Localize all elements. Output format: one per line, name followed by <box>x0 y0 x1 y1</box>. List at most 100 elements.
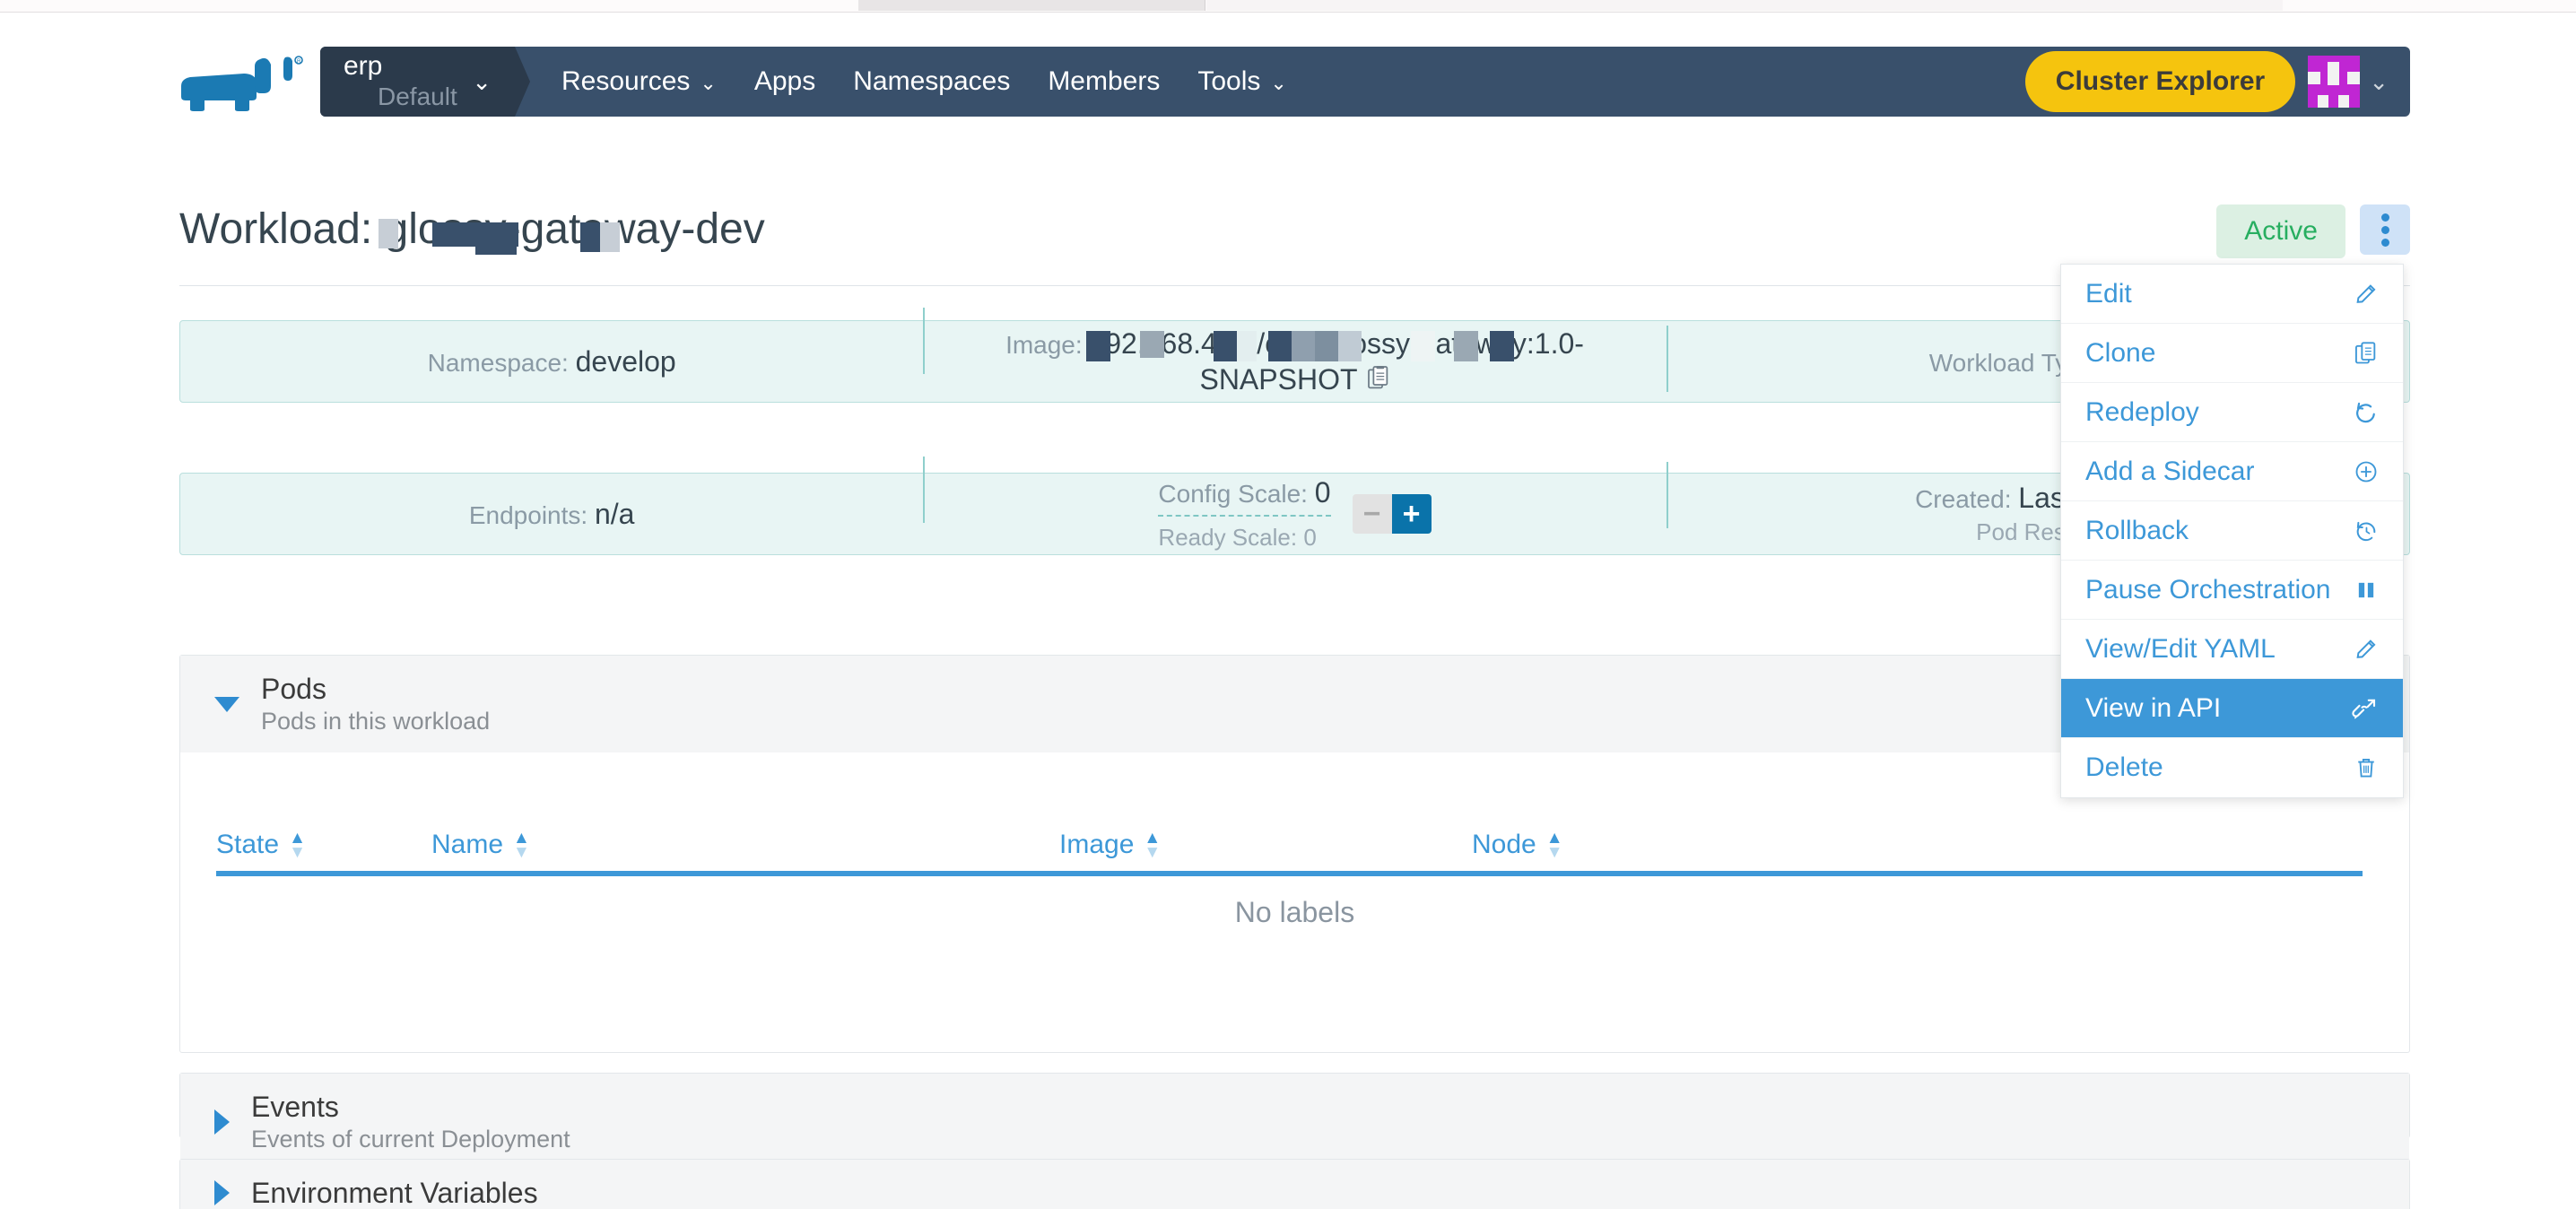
sort-icon: ▲▼ <box>1546 832 1563 858</box>
menu-item-view-edit-yaml[interactable]: View/Edit YAML <box>2061 620 2403 679</box>
environment-variables-panel-title: Environment Variables <box>251 1176 538 1209</box>
column-label: Name <box>431 830 503 860</box>
redaction-block <box>379 219 398 248</box>
endpoints-label: Endpoints: <box>469 501 587 529</box>
chevron-down-icon: ⌄ <box>700 72 716 95</box>
trash-icon <box>2354 755 2379 780</box>
column-header-state[interactable]: State ▲▼ <box>216 830 431 860</box>
redaction-block <box>1086 331 1110 361</box>
refresh-icon <box>2354 400 2379 425</box>
image-label: Image: <box>1005 331 1083 359</box>
menu-item-add-a-sidecar[interactable]: Add a Sidecar <box>2061 442 2403 501</box>
browser-chrome-strip <box>0 0 2576 13</box>
nav-item-namespaces[interactable]: Namespaces <box>834 66 1029 97</box>
namespace-cell: Namespace: develop <box>180 345 923 378</box>
nav-item-label: Tools <box>1197 66 1260 97</box>
namespace-value: develop <box>576 345 676 378</box>
cluster-selector[interactable]: erp Default ⌄ <box>320 47 515 117</box>
rancher-logo[interactable]: R <box>178 56 305 111</box>
redaction-block <box>1140 331 1164 358</box>
top-navigation-bar: erp Default ⌄ Resources ⌄ Apps Namespace… <box>320 47 2410 117</box>
nav-item-label: Members <box>1048 66 1160 97</box>
browser-tab-inactive[interactable] <box>858 0 1205 11</box>
sort-icon: ▲▼ <box>289 832 306 858</box>
menu-item-pause-orchestration[interactable]: Pause Orchestration <box>2061 561 2403 620</box>
sort-icon: ▲▼ <box>1144 832 1161 858</box>
menu-item-label: Pause Orchestration <box>2085 575 2330 605</box>
redaction-block <box>1268 331 1292 361</box>
redaction-block <box>580 222 600 252</box>
column-header-name[interactable]: Name ▲▼ <box>431 830 1059 860</box>
pencil-icon <box>2354 282 2379 307</box>
pods-panel-subtitle: Pods in this workload <box>261 706 490 736</box>
ready-scale-value: 0 <box>1303 524 1316 551</box>
page-header: Workload: glossy-gateway-dev Active <box>179 204 2410 258</box>
config-scale-label: Config Scale: <box>1158 480 1308 508</box>
browser-chrome-divider <box>0 12 2576 13</box>
history-icon <box>2354 518 2379 544</box>
created-label: Created: <box>1915 485 2011 513</box>
redaction-block <box>495 226 511 237</box>
user-menu[interactable]: ⌄ <box>2308 56 2389 108</box>
scale-decrement-button[interactable]: − <box>1353 494 1392 534</box>
nav-item-label: Namespaces <box>853 66 1010 97</box>
events-panel-title: Events <box>251 1090 570 1124</box>
nav-item-tools[interactable]: Tools ⌄ <box>1179 66 1305 97</box>
redaction-block <box>1490 331 1514 361</box>
menu-item-label: Add a Sidecar <box>2085 457 2254 487</box>
menu-item-redeploy[interactable]: Redeploy <box>2061 383 2403 442</box>
chevron-down-icon: ⌄ <box>472 70 492 93</box>
chevron-right-icon <box>214 1109 230 1135</box>
chevron-right-icon <box>214 1180 230 1205</box>
pods-table-header-row: State ▲▼ Name ▲▼ Image ▲▼ Node ▲▼ <box>216 830 2363 876</box>
scale-cell: Config Scale: 0 Ready Scale: 0 − + <box>923 476 1666 552</box>
redaction-block <box>1292 331 1315 361</box>
workload-actions-menu: Edit Clone Redeploy <box>2060 264 2404 798</box>
menu-item-clone[interactable]: Clone <box>2061 324 2403 383</box>
copy-icon <box>2354 341 2379 366</box>
redaction-block <box>1454 331 1478 361</box>
copy-icon[interactable] <box>1367 366 1390 393</box>
column-label: Node <box>1472 830 1536 860</box>
nav-item-members[interactable]: Members <box>1029 66 1179 97</box>
menu-item-rollback[interactable]: Rollback <box>2061 501 2403 561</box>
pods-table: State ▲▼ Name ▲▼ Image ▲▼ Node ▲▼ No lab… <box>180 752 2409 1086</box>
events-panel-subtitle: Events of current Deployment <box>251 1124 570 1154</box>
column-label: Image <box>1059 830 1134 860</box>
pencil-icon <box>2354 637 2379 662</box>
nav-item-label: Resources <box>561 66 690 97</box>
redaction-block <box>1237 331 1257 361</box>
sort-icon: ▲▼ <box>513 832 530 858</box>
column-header-node[interactable]: Node ▲▼ <box>1472 830 1651 860</box>
menu-item-label: Rollback <box>2085 516 2189 546</box>
minus-icon: − <box>1363 499 1381 529</box>
nav-item-resources[interactable]: Resources ⌄ <box>543 66 735 97</box>
menu-item-label: Clone <box>2085 338 2155 369</box>
chevron-down-icon <box>214 697 239 712</box>
pods-table-empty-message: No labels <box>180 896 2409 929</box>
kebab-menu-icon[interactable] <box>2360 204 2410 255</box>
nav-item-apps[interactable]: Apps <box>735 66 834 97</box>
redaction-block <box>1338 331 1362 361</box>
environment-variables-panel: Environment Variables <box>179 1159 2410 1209</box>
events-panel-header[interactable]: Events Events of current Deployment <box>180 1074 2409 1170</box>
chevron-down-icon: ⌄ <box>1270 72 1286 95</box>
pause-icon <box>2354 578 2379 603</box>
menu-item-edit[interactable]: Edit <box>2061 265 2403 324</box>
redaction-block <box>600 222 620 252</box>
menu-item-label: View in API <box>2085 693 2221 724</box>
cluster-explorer-button[interactable]: Cluster Explorer <box>2025 51 2295 112</box>
image-value-line2: SNAPSHOT <box>1199 363 1357 396</box>
environment-variables-panel-header[interactable]: Environment Variables <box>180 1160 2409 1209</box>
page-title-prefix: Workload: <box>179 205 372 253</box>
avatar <box>2308 56 2360 108</box>
status-badge: Active <box>2216 204 2345 258</box>
scale-increment-button[interactable]: + <box>1392 494 1432 534</box>
menu-item-label: View/Edit YAML <box>2085 634 2276 665</box>
menu-item-view-in-api[interactable]: View in API <box>2061 679 2403 738</box>
browser-tab-active[interactable] <box>1206 0 2283 11</box>
plus-circle-icon <box>2354 459 2379 484</box>
column-header-image[interactable]: Image ▲▼ <box>1059 830 1472 860</box>
external-link-icon <box>2352 695 2379 722</box>
menu-item-delete[interactable]: Delete <box>2061 738 2403 797</box>
